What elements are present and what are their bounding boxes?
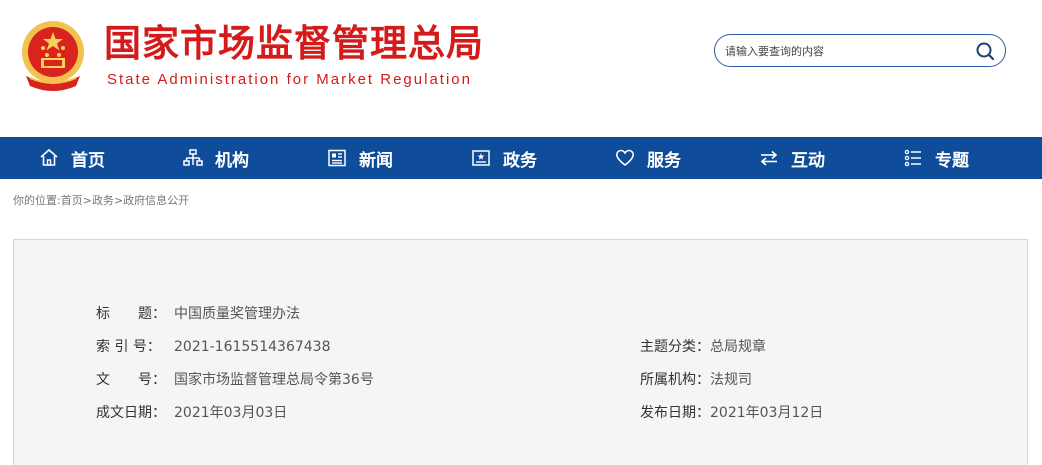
org-chart-icon — [183, 149, 203, 166]
info-label: 文 号： — [96, 372, 166, 388]
main-nav: 首页 机构 新闻 政务 服务 互动 专题 — [0, 137, 1042, 179]
info-label: 发布日期： — [640, 405, 710, 421]
info-label: 索 引 号： — [96, 339, 161, 355]
nav-item-news[interactable]: 新闻 — [288, 137, 432, 179]
site-title-cn[interactable]: 国家市场监督管理总局 — [104, 22, 484, 66]
info-row-org: 所属机构：法规司 — [640, 370, 752, 390]
info-row-title: 标 题： 中国质量奖管理办法 — [96, 304, 300, 324]
national-emblem-icon[interactable] — [16, 18, 90, 94]
nav-label: 机构 — [215, 150, 249, 171]
info-row-topic: 主题分类：总局规章 — [640, 337, 766, 357]
page: 国家市场监督管理总局 State Administration for Mark… — [0, 0, 1042, 465]
info-value-docno: 国家市场监督管理总局令第36号 — [174, 372, 374, 388]
nav-item-service[interactable]: 服务 — [576, 137, 720, 179]
breadcrumb-link-government[interactable]: 政务 — [92, 194, 114, 207]
nav-label: 专题 — [935, 150, 969, 171]
info-label: 主题分类： — [640, 339, 710, 355]
breadcrumb-link-home[interactable]: 首页 — [61, 194, 83, 207]
info-value-topic: 总局规章 — [710, 339, 766, 355]
list-icon — [904, 149, 921, 167]
nav-label: 互动 — [791, 150, 825, 171]
breadcrumb-separator: > — [113, 194, 124, 207]
nav-label: 新闻 — [359, 150, 393, 171]
info-value-created: 2021年03月03日 — [174, 405, 288, 421]
info-row-index: 索 引 号： 2021-1615514367438 — [96, 337, 330, 357]
search-input[interactable] — [725, 41, 965, 61]
breadcrumb-prefix: 你的位置: — [13, 194, 61, 207]
nav-label: 服务 — [647, 150, 681, 171]
nav-item-interaction[interactable]: 互动 — [720, 137, 864, 179]
nav-label: 首页 — [71, 150, 105, 171]
info-label: 标 题： — [96, 306, 166, 322]
info-value-org: 法规司 — [710, 372, 752, 388]
info-row-published: 发布日期：2021年03月12日 — [640, 403, 823, 423]
home-icon — [40, 148, 58, 166]
exchange-icon — [760, 150, 778, 166]
nav-item-organization[interactable]: 机构 — [144, 137, 288, 179]
info-row-created: 成文日期： 2021年03月03日 — [96, 403, 287, 423]
document-info-panel: 标 题： 中国质量奖管理办法 索 引 号： 2021-1615514367438 文… — [13, 239, 1028, 465]
info-value-index: 2021-1615514367438 — [174, 339, 331, 355]
breadcrumb-link-info-public[interactable]: 政府信息公开 — [123, 194, 189, 207]
nav-item-home[interactable]: 首页 — [0, 137, 144, 179]
breadcrumb-separator: > — [82, 194, 92, 207]
search-box — [714, 34, 1006, 67]
nav-item-topics[interactable]: 专题 — [864, 137, 1008, 179]
nav-label: 政务 — [503, 150, 537, 171]
info-label: 成文日期： — [96, 405, 166, 421]
site-header: 国家市场监督管理总局 State Administration for Mark… — [0, 0, 1042, 137]
search-icon[interactable] — [975, 41, 995, 61]
info-value-published: 2021年03月12日 — [710, 405, 824, 421]
news-icon — [328, 149, 346, 167]
info-label: 所属机构： — [640, 372, 710, 388]
nav-item-government[interactable]: 政务 — [432, 137, 576, 179]
site-title-en[interactable]: State Administration for Market Regulati… — [107, 71, 472, 89]
info-value-title: 中国质量奖管理办法 — [174, 306, 300, 322]
breadcrumb: 你的位置:首页>政务>政府信息公开 — [13, 192, 189, 208]
government-icon — [472, 150, 490, 166]
heart-icon — [615, 149, 635, 167]
info-row-docno: 文 号： 国家市场监督管理总局令第36号 — [96, 370, 374, 390]
